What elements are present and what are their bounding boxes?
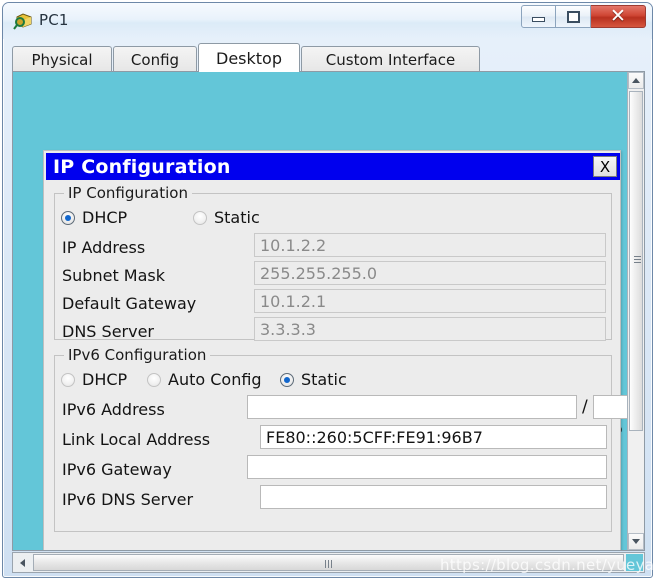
ipv6-group-legend: IPv6 Configuration — [64, 346, 211, 364]
ipv6-prefix-length-input[interactable] — [593, 395, 628, 419]
dns-server-label: DNS Server — [62, 322, 154, 341]
tab-desktop[interactable]: Desktop — [198, 43, 300, 72]
link-local-address-label: Link Local Address — [62, 430, 211, 449]
ip-configuration-dialog: IP Configuration X IP Configuration DHCP… — [43, 150, 628, 550]
scroll-grip-icon — [324, 553, 333, 572]
tab-config-label: Config — [130, 50, 180, 69]
tab-physical[interactable]: Physical — [12, 46, 112, 72]
radio-on-icon — [61, 210, 75, 225]
ipv6-prefix-separator: / — [582, 397, 588, 417]
tab-desktop-label: Desktop — [216, 48, 282, 68]
application-window: PC1 ✕ Physical Config Desktop Custom Int… — [2, 2, 659, 578]
ip-configuration-dialog-titlebar[interactable]: IP Configuration X — [46, 153, 620, 180]
ipv6-static-label: Static — [301, 370, 347, 389]
tab-custom-interface-label: Custom Interface — [325, 50, 456, 69]
maximize-button[interactable] — [556, 5, 591, 28]
radio-on-icon — [280, 372, 294, 387]
ipv6-address-input[interactable] — [247, 395, 577, 419]
scroll-down-button[interactable] — [628, 533, 644, 550]
dns-server-value: 3.3.3.3 — [260, 319, 316, 339]
ipv6-dhcp-option[interactable]: DHCP — [61, 370, 127, 389]
ipv4-static-option[interactable]: Static — [193, 208, 260, 227]
subnet-mask-input[interactable]: 255.255.255.0 — [254, 261, 606, 285]
tab-content-panel: Dialer Editor Firewall to — [12, 71, 645, 551]
link-local-address-value: FE80::260:5CFF:FE91:96B7 — [266, 427, 483, 447]
ipv4-configuration-group: IP Configuration DHCP Static IP Address … — [54, 184, 612, 341]
minimize-button[interactable] — [521, 5, 556, 28]
scroll-left-button[interactable] — [13, 553, 32, 572]
scroll-up-button[interactable] — [628, 72, 644, 89]
tab-physical-label: Physical — [31, 50, 93, 69]
radio-off-icon — [147, 372, 161, 387]
dns-server-input[interactable]: 3.3.3.3 — [254, 317, 606, 341]
ipv6-address-label: IPv6 Address — [62, 400, 165, 419]
ip-configuration-dialog-title: IP Configuration — [53, 155, 231, 178]
desktop-vertical-scrollbar[interactable] — [627, 72, 644, 550]
tab-config[interactable]: Config — [113, 46, 197, 72]
watermark-text: https://blog.csdn.net/yueyadao — [440, 556, 659, 574]
ipv6-static-option[interactable]: Static — [280, 370, 347, 389]
close-icon: ✕ — [610, 5, 626, 27]
minimize-icon — [532, 17, 545, 22]
radio-off-icon — [61, 372, 75, 387]
ipv4-dhcp-label: DHCP — [82, 208, 128, 227]
default-gateway-input[interactable]: 10.1.2.1 — [254, 289, 606, 313]
ip-configuration-close-button[interactable]: X — [593, 156, 617, 177]
vertical-scroll-thumb[interactable] — [629, 91, 643, 431]
subnet-mask-label: Subnet Mask — [62, 266, 166, 285]
chevron-left-icon — [20, 558, 25, 567]
ipv4-dhcp-option[interactable]: DHCP — [61, 208, 127, 227]
ipv6-configuration-group: IPv6 Configuration DHCP Auto Config Stat… — [54, 346, 628, 532]
window-titlebar[interactable]: PC1 ✕ — [3, 3, 652, 39]
ipv6-auto-config-label: Auto Config — [168, 370, 262, 389]
close-button[interactable]: ✕ — [591, 5, 646, 28]
pc-device-icon — [13, 11, 33, 31]
tab-bar: Physical Config Desktop Custom Interface — [12, 43, 645, 72]
ipv4-static-label: Static — [214, 208, 260, 227]
link-local-address-input[interactable]: FE80::260:5CFF:FE91:96B7 — [260, 425, 607, 449]
default-gateway-value: 10.1.2.1 — [260, 291, 327, 311]
radio-off-icon — [193, 210, 207, 225]
ipv6-dhcp-label: DHCP — [82, 370, 128, 389]
window-controls: ✕ — [521, 5, 646, 28]
ipv4-group-legend: IP Configuration — [64, 184, 192, 202]
ipv6-gateway-label: IPv6 Gateway — [62, 460, 172, 479]
window-title: PC1 — [39, 11, 69, 29]
chevron-up-icon — [632, 78, 640, 83]
ipv6-auto-config-option[interactable]: Auto Config — [147, 370, 262, 389]
ipv6-gateway-input[interactable] — [247, 455, 607, 479]
ip-address-value: 10.1.2.2 — [260, 235, 327, 255]
default-gateway-label: Default Gateway — [62, 294, 197, 313]
ipv6-dns-server-input[interactable] — [260, 485, 607, 509]
ip-address-label: IP Address — [62, 238, 146, 257]
close-x-icon: X — [599, 157, 611, 176]
maximize-icon — [566, 10, 580, 23]
chevron-down-icon — [632, 539, 640, 544]
subnet-mask-value: 255.255.255.0 — [260, 263, 378, 283]
tab-custom-interface[interactable]: Custom Interface — [301, 46, 480, 72]
ip-address-input[interactable]: 10.1.2.2 — [254, 233, 606, 257]
ipv6-dns-server-label: IPv6 DNS Server — [62, 490, 194, 509]
scroll-grip-icon — [634, 256, 641, 266]
pc-desktop[interactable]: Dialer Editor Firewall to — [13, 72, 628, 550]
